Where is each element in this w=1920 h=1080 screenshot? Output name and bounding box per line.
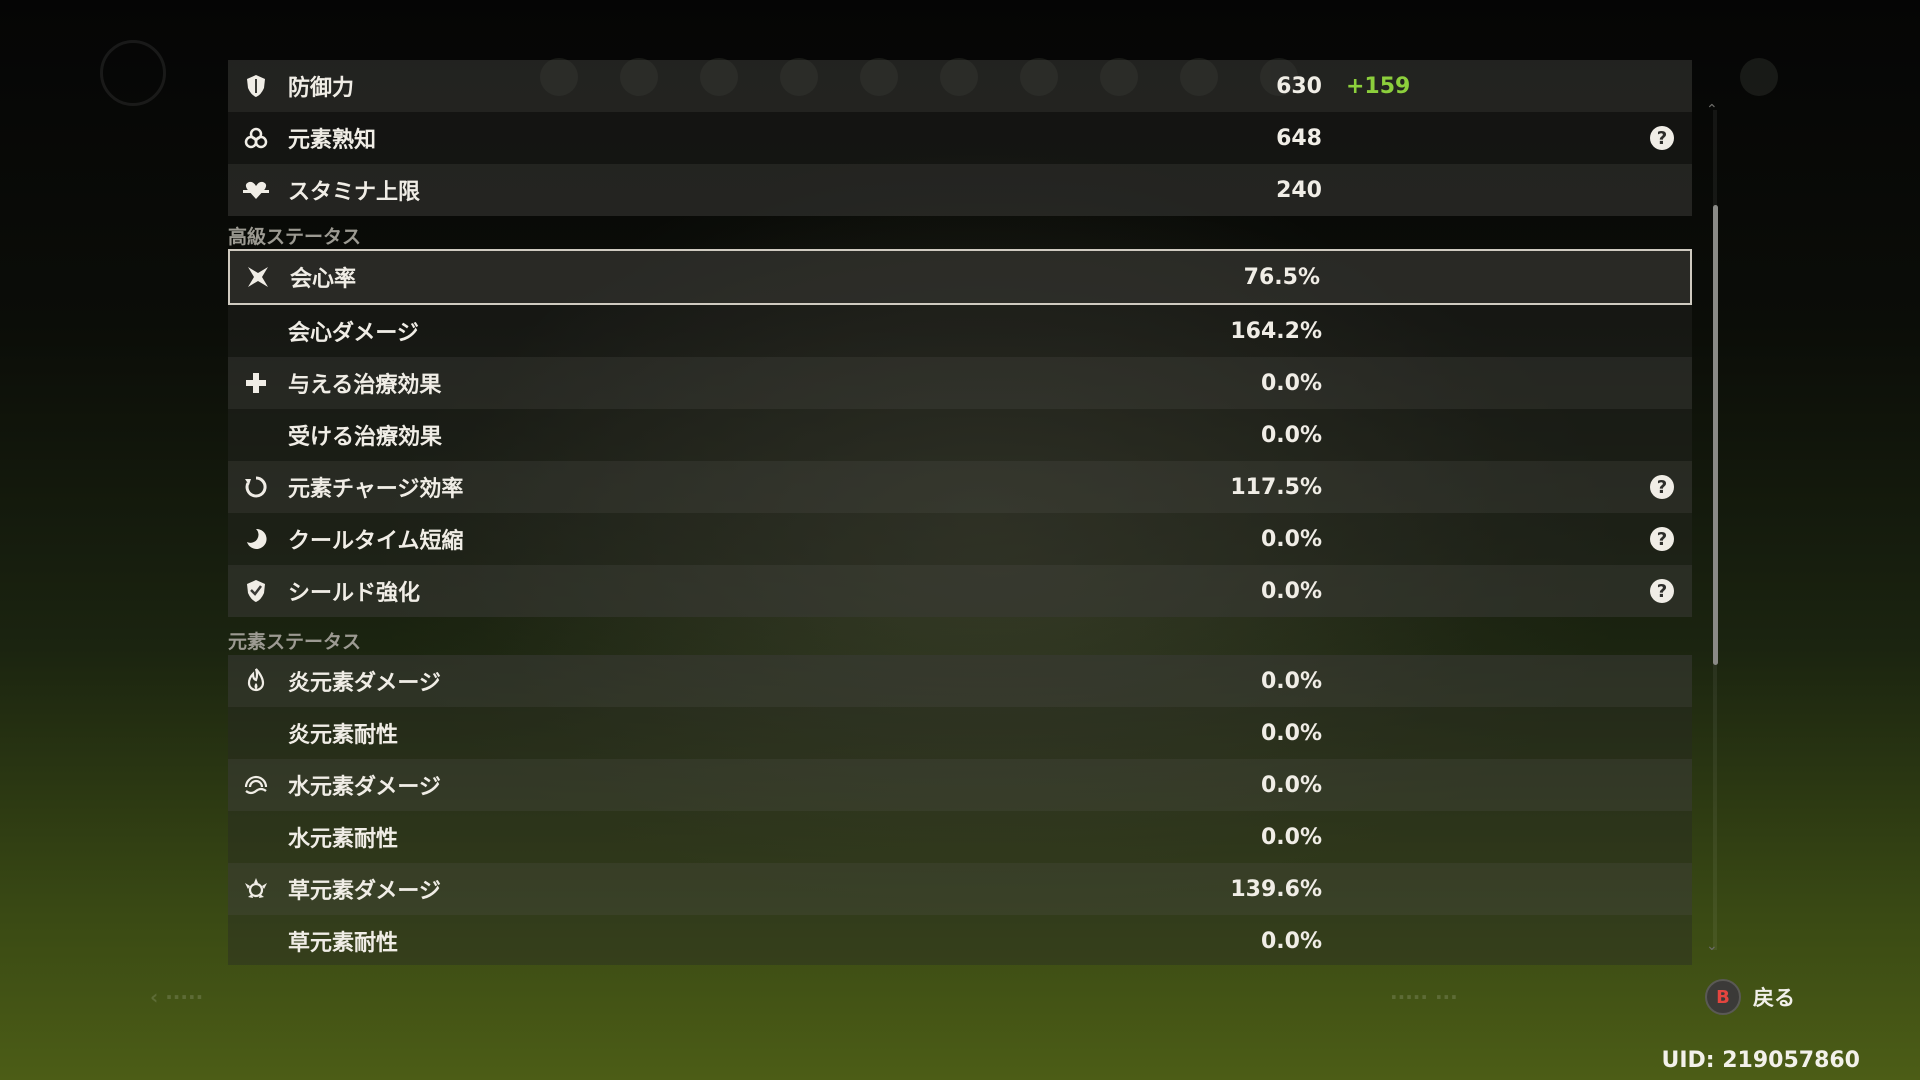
shield-icon: [242, 72, 270, 100]
stat-row-incoming-healing[interactable]: 受ける治療効果 0.0%: [228, 409, 1692, 461]
stat-row-energy-recharge[interactable]: 元素チャージ効率 117.5% ?: [228, 461, 1692, 513]
stat-row-shield-strength[interactable]: シールド強化 0.0% ?: [228, 565, 1692, 617]
faded-logo: [100, 40, 166, 106]
stat-row-healing-bonus[interactable]: 与える治療効果 0.0%: [228, 357, 1692, 409]
uid-label: UID: 219057860: [1661, 1048, 1860, 1073]
stat-label: 防御力: [288, 76, 355, 101]
stat-label: クールタイム短縮: [288, 529, 464, 554]
stat-row-pyro-dmg[interactable]: 炎元素ダメージ 0.0%: [228, 655, 1692, 707]
stat-row-pyro-res[interactable]: 炎元素耐性 0.0%: [228, 707, 1692, 759]
stat-label: 草元素耐性: [288, 931, 399, 956]
stat-value: 117.5%: [1230, 474, 1322, 500]
stamina-icon: [242, 176, 270, 204]
stat-label: 元素チャージ効率: [288, 477, 464, 502]
stat-label: 会心率: [290, 267, 357, 292]
stat-row-elemental-mastery[interactable]: 元素熟知 648 ?: [228, 112, 1692, 164]
crit-rate-icon: [244, 263, 272, 291]
stat-value: 0.0%: [1260, 928, 1322, 954]
faded-footer-hint: ‹ ·····: [150, 985, 204, 1009]
faded-menu-icon: [1740, 58, 1778, 96]
pyro-icon: [242, 667, 270, 695]
energy-recharge-icon: [242, 473, 270, 501]
stat-row-stamina[interactable]: スタミナ上限 240: [228, 164, 1692, 216]
stat-label: 炎元素耐性: [288, 723, 399, 748]
stat-label: 与える治療効果: [288, 373, 442, 398]
stat-value: 0.0%: [1260, 824, 1322, 850]
healing-cross-icon: [242, 369, 270, 397]
stat-value: 164.2%: [1230, 318, 1322, 344]
help-icon[interactable]: ?: [1650, 475, 1674, 499]
hydro-icon: [242, 771, 270, 799]
section-header-advanced: 高級ステータス: [228, 225, 362, 248]
back-button[interactable]: B 戻る: [1705, 977, 1795, 1017]
stat-value: 0.0%: [1260, 720, 1322, 746]
help-icon[interactable]: ?: [1650, 527, 1674, 551]
back-label: 戻る: [1753, 986, 1795, 1010]
scrollbar-thumb[interactable]: [1713, 205, 1718, 665]
stat-label: スタミナ上限: [288, 180, 421, 205]
shield-strength-icon: [242, 577, 270, 605]
faded-footer-hint: ····· ···: [1390, 985, 1458, 1009]
b-button-icon: B: [1705, 979, 1741, 1015]
stat-value: 0.0%: [1260, 668, 1322, 694]
stat-row-hydro-res[interactable]: 水元素耐性 0.0%: [228, 811, 1692, 863]
stat-value: 139.6%: [1230, 876, 1322, 902]
stat-value: 76.5%: [1243, 264, 1320, 290]
stat-bonus: +159: [1346, 73, 1411, 99]
elemental-mastery-icon: [242, 124, 270, 152]
stat-label: 水元素耐性: [288, 827, 399, 852]
stat-row-defense[interactable]: 防御力 630 +159: [228, 60, 1692, 112]
dendro-icon: [242, 875, 270, 903]
stat-row-cooldown-reduction[interactable]: クールタイム短縮 0.0% ?: [228, 513, 1692, 565]
stat-value: 240: [1276, 177, 1322, 203]
stat-value: 0.0%: [1260, 526, 1322, 552]
stat-label: 会心ダメージ: [288, 321, 419, 346]
stat-value: 0.0%: [1260, 370, 1322, 396]
stat-value: 0.0%: [1260, 772, 1322, 798]
stat-row-hydro-dmg[interactable]: 水元素ダメージ 0.0%: [228, 759, 1692, 811]
stat-value: 630: [1276, 73, 1322, 99]
stat-label: シールド強化: [288, 581, 421, 606]
stat-row-dendro-dmg[interactable]: 草元素ダメージ 139.6%: [228, 863, 1692, 915]
stat-label: 水元素ダメージ: [288, 775, 441, 800]
stat-row-crit-damage[interactable]: 会心ダメージ 164.2%: [228, 305, 1692, 357]
scroll-down-icon[interactable]: ⌄: [1706, 938, 1718, 954]
stat-value: 0.0%: [1260, 578, 1322, 604]
help-icon[interactable]: ?: [1650, 579, 1674, 603]
stat-label: 草元素ダメージ: [288, 879, 441, 904]
section-header-elemental: 元素ステータス: [228, 630, 362, 653]
stat-value: 0.0%: [1260, 422, 1322, 448]
help-icon[interactable]: ?: [1650, 126, 1674, 150]
stats-detail-panel: 防御力 630 +159 元素熟知 648 ? スタミナ上限 240 高級ステー…: [228, 60, 1692, 965]
stat-row-crit-rate[interactable]: 会心率 76.5%: [228, 249, 1692, 305]
stat-row-dendro-res[interactable]: 草元素耐性 0.0%: [228, 915, 1692, 965]
cooldown-icon: [242, 525, 270, 553]
stat-value: 648: [1276, 125, 1322, 151]
stat-label: 元素熟知: [288, 128, 377, 153]
stat-label: 受ける治療効果: [288, 425, 443, 450]
stat-label: 炎元素ダメージ: [288, 671, 441, 696]
